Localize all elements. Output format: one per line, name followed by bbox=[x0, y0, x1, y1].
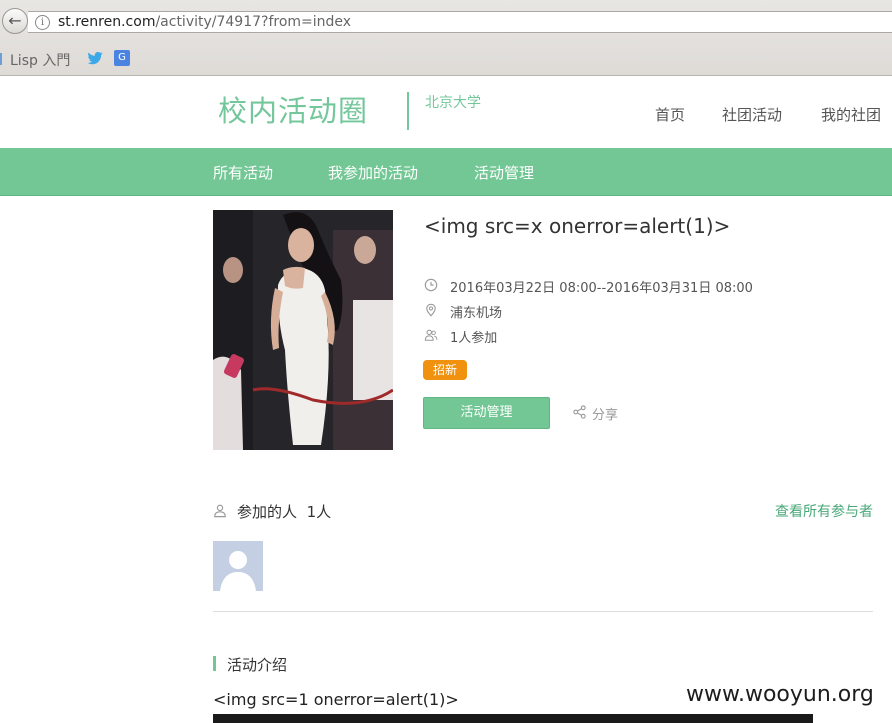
activity-participant-count: 1人参加 bbox=[450, 331, 498, 346]
activity-poster bbox=[213, 210, 393, 450]
people-icon bbox=[424, 329, 438, 341]
school-name: 北京大学 bbox=[425, 95, 481, 111]
share-label: 分享 bbox=[592, 408, 619, 423]
info-icon[interactable]: i bbox=[35, 15, 50, 30]
site-logo[interactable]: 校内活动圈 bbox=[218, 88, 368, 130]
tab-joined-activities[interactable]: 我参加的活动 bbox=[328, 162, 418, 183]
intro-text: <img src=1 onerror=alert(1)> bbox=[213, 690, 459, 709]
participants-header: 参加的人 1人 查看所有参与者 bbox=[213, 501, 873, 521]
section-divider bbox=[213, 611, 873, 612]
tab-activity-management[interactable]: 活动管理 bbox=[474, 162, 534, 183]
intro-image bbox=[213, 714, 813, 723]
view-all-participants-link[interactable]: 查看所有参与者 bbox=[775, 501, 873, 521]
google-translate-icon[interactable]: G bbox=[114, 50, 130, 66]
location-pin-icon bbox=[426, 303, 436, 317]
address-bar[interactable]: i st.renren.com/activity/74917?from=inde… bbox=[28, 11, 892, 33]
intro-title: 活动介绍 bbox=[227, 656, 288, 674]
tab-all-activities[interactable]: 所有活动 bbox=[213, 162, 273, 183]
url-path: /activity/74917?from=index bbox=[155, 14, 352, 30]
default-avatar-icon bbox=[213, 541, 263, 591]
twitter-icon[interactable] bbox=[86, 49, 104, 67]
section-marker bbox=[213, 656, 216, 671]
nav-home[interactable]: 首页 bbox=[655, 104, 685, 125]
poster-illustration bbox=[213, 210, 393, 450]
browser-toolbar: ← i st.renren.com/activity/74917?from=in… bbox=[0, 0, 892, 76]
share-icon bbox=[573, 405, 586, 419]
url-text: st.renren.com/activity/74917?from=index bbox=[58, 14, 351, 30]
activity-location: 浦东机场 bbox=[450, 306, 503, 321]
activity-time: 2016年03月22日 08:00--2016年03月31日 08:00 bbox=[450, 281, 753, 296]
manage-activity-button[interactable]: 活动管理 bbox=[423, 397, 550, 429]
site-header: 校内活动圈 北京大学 首页 社团活动 我的社团 bbox=[0, 76, 892, 148]
participants-label: 参加的人 bbox=[237, 503, 298, 521]
logo-divider bbox=[407, 92, 409, 130]
bookmark-lisp-label: Lisp 入門 bbox=[10, 53, 71, 69]
activity-title: <img src=x onerror=alert(1)> bbox=[424, 214, 731, 238]
person-icon bbox=[214, 504, 226, 518]
lisp-icon bbox=[0, 53, 8, 65]
nav-club-activity[interactable]: 社团活动 bbox=[722, 104, 782, 125]
activity-tabs: 所有活动 我参加的活动 活动管理 bbox=[0, 148, 892, 196]
participants-title: 参加的人 1人 bbox=[237, 501, 331, 522]
participants-count: 1人 bbox=[306, 503, 332, 521]
avatar[interactable] bbox=[213, 541, 263, 591]
url-domain: st.renren.com bbox=[58, 14, 156, 30]
watermark: www.wooyun.org bbox=[686, 682, 874, 707]
clock-icon bbox=[424, 278, 438, 292]
recruit-badge: 招新 bbox=[423, 360, 467, 380]
back-button[interactable]: ← bbox=[2, 8, 28, 34]
bookmark-lisp[interactable]: Lisp 入門 bbox=[0, 50, 70, 70]
nav-my-club[interactable]: 我的社团 bbox=[821, 104, 881, 125]
